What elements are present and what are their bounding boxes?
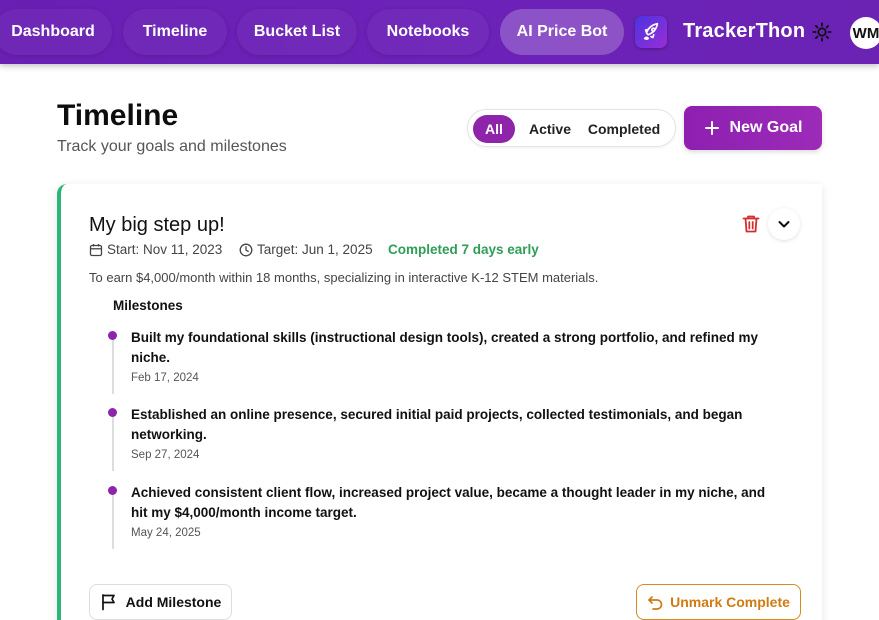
nav-dashboard[interactable]: Dashboard — [0, 9, 112, 55]
milestones-heading: Milestones — [113, 298, 183, 313]
unmark-complete-button[interactable]: Unmark Complete — [636, 584, 801, 620]
milestone-text: Achieved consistent client flow, increas… — [131, 485, 766, 520]
milestone-item: Built my foundational skills (instructio… — [107, 328, 807, 394]
nav-notebooks[interactable]: Notebooks — [367, 9, 489, 55]
nav-bucket-list-label: Bucket List — [253, 23, 341, 40]
milestone-text: Built my foundational skills (instructio… — [131, 330, 759, 365]
page-subtitle: Track your goals and milestones — [57, 138, 287, 155]
milestone-date: May 24, 2025 — [131, 527, 201, 539]
filter-all[interactable]: All — [473, 115, 515, 143]
sun-theme-icon[interactable] — [811, 21, 833, 43]
chevron-down-icon — [778, 221, 790, 228]
nav-dashboard-label: Dashboard — [11, 23, 95, 40]
milestone-dot — [108, 331, 117, 340]
add-milestone-button[interactable]: Add Milestone — [89, 584, 232, 620]
milestone-date: Feb 17, 2024 — [131, 372, 199, 384]
goal-title: My big step up! — [89, 214, 225, 236]
goal-target-text: Target: Jun 1, 2025 — [257, 242, 373, 257]
filter-completed[interactable]: Completed — [582, 115, 666, 143]
clock-icon — [239, 243, 253, 256]
flag-icon — [101, 594, 115, 611]
goal-start-text: Start: Nov 11, 2023 — [107, 242, 223, 257]
milestone-text: Established an online presence, secured … — [131, 407, 743, 442]
milestone-dot — [108, 486, 117, 495]
goal-target-date: Target: Jun 1, 2025 — [239, 242, 373, 257]
goal-card: My big step up! Start: Nov 11, 2023 Targ… — [57, 184, 822, 620]
new-goal-button[interactable]: New Goal — [684, 106, 822, 150]
milestone-date: Sep 27, 2024 — [131, 449, 200, 461]
goal-status: Completed 7 days early — [388, 242, 539, 257]
nav-bucket-list[interactable]: Bucket List — [237, 9, 357, 55]
delete-goal-button[interactable] — [735, 208, 767, 240]
goal-description: To earn $4,000/month within 18 months, s… — [89, 270, 599, 285]
milestone-connector — [112, 413, 114, 471]
filter-active[interactable]: Active — [520, 115, 580, 143]
milestone-connector — [112, 336, 114, 394]
milestone-connector — [112, 491, 114, 549]
top-nav: Dashboard Timeline Bucket List Notebooks… — [0, 0, 879, 64]
unmark-complete-label: Unmark Complete — [670, 594, 790, 610]
nav-timeline[interactable]: Timeline — [123, 9, 227, 55]
nav-ai-price-bot[interactable]: AI Price Bot — [500, 9, 624, 55]
goal-start-date: Start: Nov 11, 2023 — [89, 242, 222, 257]
undo-icon — [648, 595, 663, 610]
add-milestone-label: Add Milestone — [125, 594, 222, 610]
page-title: Timeline — [57, 99, 179, 132]
milestone-dot — [108, 408, 117, 417]
goal-filter: All Active Completed — [467, 109, 676, 147]
user-avatar[interactable]: WM — [850, 17, 879, 49]
expand-goal-button[interactable] — [768, 208, 800, 240]
brand-name[interactable]: TrackerThon — [683, 20, 805, 43]
trash-icon — [742, 215, 760, 233]
milestone-item: Established an online presence, secured … — [107, 405, 807, 471]
calendar-icon — [89, 243, 103, 256]
avatar-initials: WM — [852, 24, 879, 42]
nav-ai-price-bot-label: AI Price Bot — [516, 23, 608, 40]
new-goal-label: New Goal — [729, 119, 803, 136]
plus-icon — [704, 121, 719, 135]
rocket-logo-icon[interactable] — [635, 16, 667, 48]
nav-timeline-label: Timeline — [142, 23, 208, 40]
nav-notebooks-label: Notebooks — [386, 23, 470, 40]
milestone-item: Achieved consistent client flow, increas… — [107, 483, 807, 549]
